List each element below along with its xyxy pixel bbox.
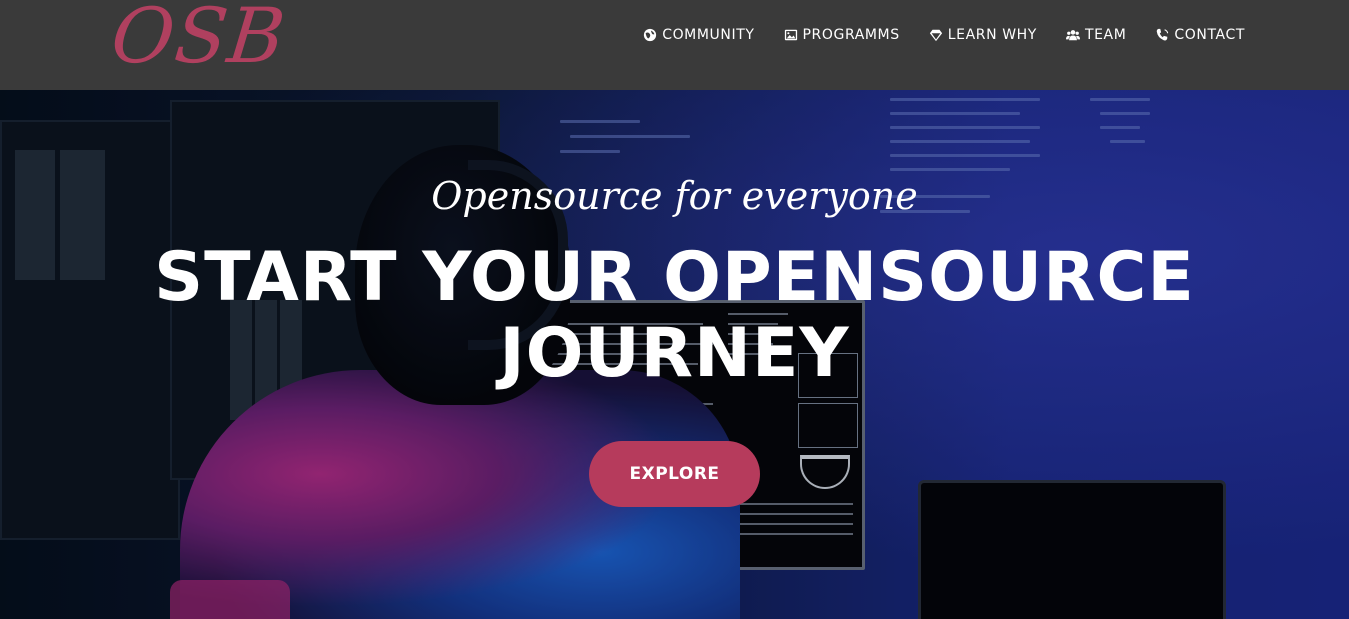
site-logo[interactable]: OSB: [107, 0, 290, 80]
top-navbar: OSB COMMUNITY PROGRAMMS LEARN WHY TEAM C…: [0, 0, 1349, 90]
nav-item-label: TEAM: [1084, 27, 1127, 43]
main-nav: COMMUNITY PROGRAMMS LEARN WHY TEAM CONTA…: [643, 0, 1245, 70]
globe-icon: [644, 28, 657, 42]
nav-item-programms[interactable]: PROGRAMMS: [784, 27, 900, 43]
nav-item-label: COMMUNITY: [662, 27, 755, 43]
nav-item-label: PROGRAMMS: [802, 27, 900, 43]
nav-item-team[interactable]: TEAM: [1065, 27, 1127, 43]
nav-item-community[interactable]: COMMUNITY: [643, 27, 754, 43]
image-icon: [784, 29, 797, 41]
explore-button[interactable]: EXPLORE: [589, 441, 760, 507]
nav-item-contact[interactable]: CONTACT: [1155, 27, 1245, 43]
phone-icon: [1157, 28, 1169, 41]
nav-item-label: CONTACT: [1174, 27, 1245, 43]
hero-tagline: Opensource for everyone: [431, 174, 918, 218]
nav-item-label: LEARN WHY: [947, 27, 1037, 43]
diamond-icon: [929, 29, 942, 42]
nav-item-learn-why[interactable]: LEARN WHY: [929, 27, 1037, 43]
hero-headline: START YOUR OPENSOURCE JOURNEY: [154, 238, 1195, 393]
users-icon: [1065, 30, 1080, 41]
hero-section: Opensource for everyone START YOUR OPENS…: [0, 90, 1349, 619]
